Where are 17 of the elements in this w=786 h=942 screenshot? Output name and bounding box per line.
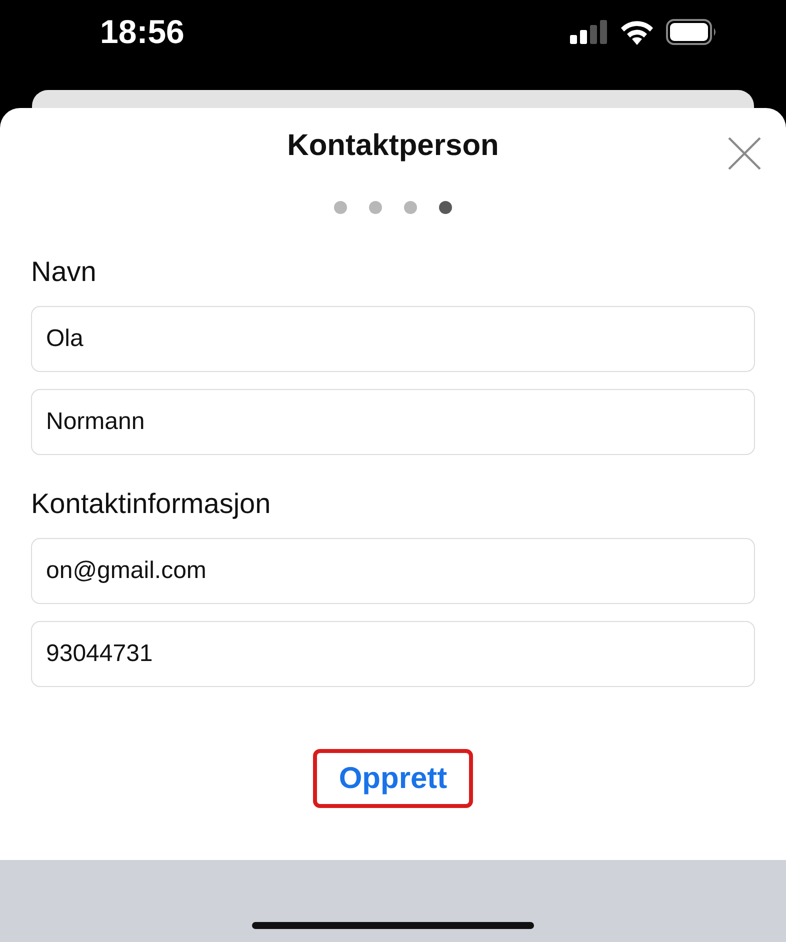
page-dot[interactable] — [404, 201, 417, 214]
battery-icon — [666, 19, 718, 45]
page-dot[interactable] — [439, 201, 452, 214]
wifi-icon — [620, 20, 654, 44]
input-field[interactable]: Ola — [31, 306, 755, 372]
input-field[interactable]: on@gmail.com — [31, 538, 755, 604]
status-time: 18:56 — [100, 13, 184, 51]
signal-icon — [570, 20, 608, 44]
sheet-title: Kontaktperson — [287, 128, 499, 164]
create-button[interactable]: Opprett — [312, 749, 474, 808]
page-dot[interactable] — [334, 201, 347, 214]
close-icon[interactable] — [728, 137, 761, 170]
section-label: Navn — [31, 255, 96, 289]
input-field[interactable]: 93044731 — [31, 621, 755, 687]
input-field[interactable]: Normann — [31, 389, 755, 455]
section-label: Kontaktinformasjon — [31, 487, 271, 521]
page-dot[interactable] — [369, 201, 382, 214]
